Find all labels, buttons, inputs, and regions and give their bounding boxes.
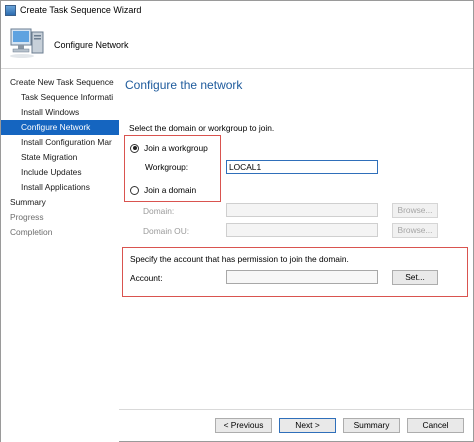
wizard-app-icon xyxy=(5,4,16,16)
wizard-footer: < Previous Next > Summary Cancel xyxy=(119,409,473,441)
summary-button[interactable]: Summary xyxy=(343,418,400,433)
next-button[interactable]: Next > xyxy=(279,418,336,433)
step-configure-network[interactable]: Configure Network xyxy=(1,120,119,135)
workgroup-label: Workgroup: xyxy=(145,162,189,172)
page-title: Configure the network xyxy=(125,78,243,92)
step-summary[interactable]: Summary xyxy=(1,195,119,210)
step-install-configuration-manager[interactable]: Install Configuration Mar xyxy=(1,135,119,150)
step-progress: Progress xyxy=(10,212,44,222)
account-description: Specify the account that has permission … xyxy=(130,254,349,264)
wizard-content: Configure the network Select the domain … xyxy=(119,70,473,410)
wizard-window: Create Task Sequence Wizard Configure Ne… xyxy=(0,0,474,442)
join-workgroup-option[interactable]: Join a workgroup xyxy=(130,143,208,153)
step-install-windows[interactable]: Install Windows xyxy=(1,105,119,120)
step-completion: Completion xyxy=(10,227,53,237)
step-create-new-task-sequence[interactable]: Create New Task Sequence xyxy=(1,75,119,90)
account-label: Account: xyxy=(130,273,163,283)
domain-ou-label: Domain OU: xyxy=(143,226,190,236)
step-task-sequence-information[interactable]: Task Sequence Informati xyxy=(1,90,119,105)
join-workgroup-label: Join a workgroup xyxy=(144,143,208,153)
account-input[interactable] xyxy=(226,270,378,284)
computer-icon xyxy=(10,28,44,58)
join-workgroup-radio[interactable] xyxy=(130,143,139,153)
join-domain-option[interactable]: Join a domain xyxy=(130,185,196,195)
window-title: Create Task Sequence Wizard xyxy=(20,5,142,15)
domain-ou-browse-button[interactable]: Browse... xyxy=(392,223,438,238)
step-state-migration[interactable]: State Migration xyxy=(1,150,119,165)
set-account-button[interactable]: Set... xyxy=(392,270,438,285)
domain-ou-input[interactable] xyxy=(226,223,378,237)
header-title: Configure Network xyxy=(54,40,129,50)
step-include-updates[interactable]: Include Updates xyxy=(1,165,119,180)
step-install-applications[interactable]: Install Applications xyxy=(1,180,119,195)
cancel-button[interactable]: Cancel xyxy=(407,418,464,433)
instruction-text: Select the domain or workgroup to join. xyxy=(129,123,275,133)
domain-input[interactable] xyxy=(226,203,378,217)
previous-button[interactable]: < Previous xyxy=(215,418,272,433)
domain-browse-button[interactable]: Browse... xyxy=(392,203,438,218)
title-bar[interactable]: Create Task Sequence Wizard xyxy=(1,1,473,19)
wizard-steps-sidebar: Create New Task Sequence Task Sequence I… xyxy=(1,70,119,442)
wizard-header: Configure Network xyxy=(1,19,473,69)
join-domain-radio[interactable] xyxy=(130,185,139,195)
join-domain-label: Join a domain xyxy=(144,185,197,195)
domain-label: Domain: xyxy=(143,206,175,216)
workgroup-input[interactable] xyxy=(226,160,378,174)
